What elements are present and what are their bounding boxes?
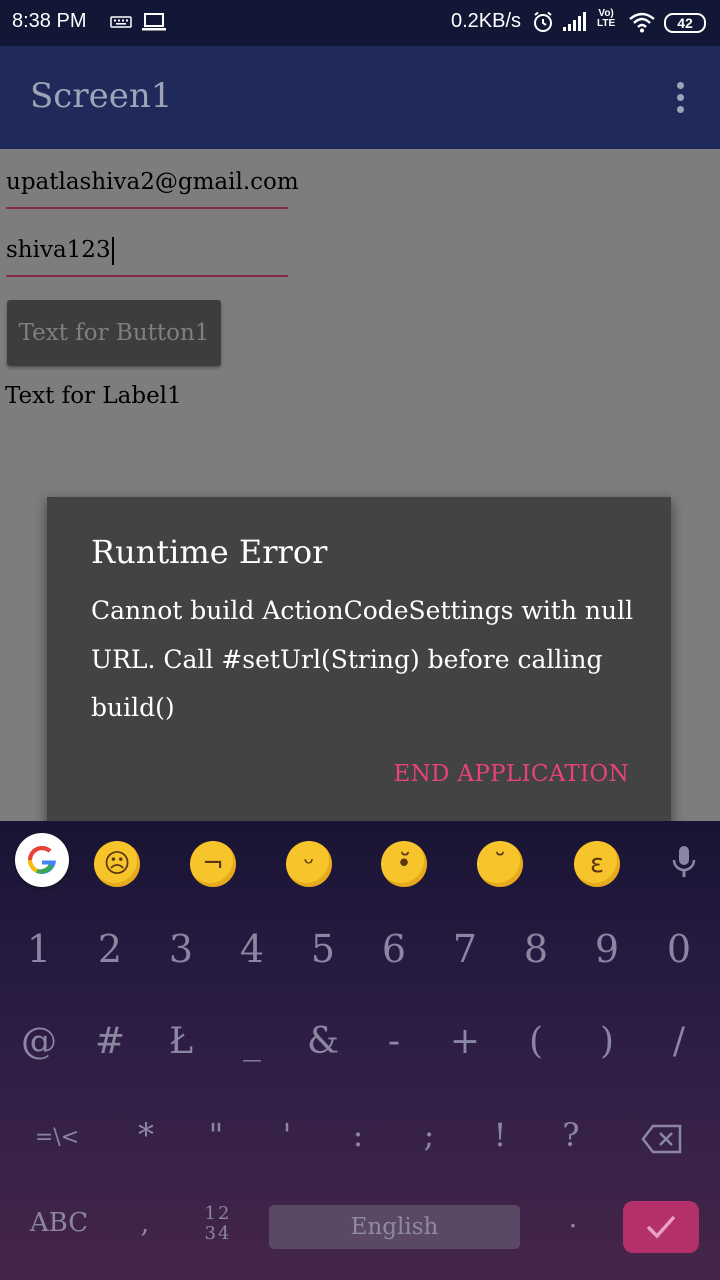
dialog-message: Cannot build ActionCodeSettings with nul… <box>91 596 634 722</box>
pensive-emoji[interactable]: ˘ <box>477 841 523 887</box>
volte-indicator: Vo) LTE <box>597 8 616 29</box>
key-single-quote[interactable]: ' <box>257 1116 317 1154</box>
backspace-icon[interactable] <box>641 1124 683 1158</box>
abc-key[interactable]: ABC <box>24 1208 94 1238</box>
key-question[interactable]: ? <box>541 1116 601 1154</box>
grinning-emoji[interactable]: ᵕ <box>286 841 332 887</box>
key-at[interactable]: @ <box>9 1021 69 1062</box>
key-double-quote[interactable]: " <box>186 1116 246 1154</box>
key-5[interactable]: 5 <box>293 927 353 971</box>
status-bar: 8:38 PM 0.2KB/s Vo) LTE 42 <box>0 0 720 46</box>
app-title: Screen1 <box>30 76 173 116</box>
key-0[interactable]: 0 <box>649 927 709 971</box>
more-vert-icon[interactable] <box>666 80 694 116</box>
key-6[interactable]: 6 <box>364 927 424 971</box>
button1[interactable]: Text for Button1 <box>7 300 221 366</box>
key-colon[interactable]: : <box>328 1116 388 1154</box>
end-application-button[interactable]: END APPLICATION <box>394 761 629 787</box>
password-field[interactable]: shiva123 <box>6 233 288 277</box>
suggestion-row: ☹ ¬ ᵕ •̆ ˘ ε <box>0 821 720 901</box>
key-9[interactable]: 9 <box>577 927 637 971</box>
key-comma[interactable]: , <box>130 1206 160 1239</box>
key-period[interactable]: . <box>558 1201 588 1234</box>
key-slash[interactable]: / <box>649 1021 709 1062</box>
key-underscore[interactable]: _ <box>222 1021 282 1062</box>
key-plus[interactable]: + <box>435 1021 495 1062</box>
key-hash[interactable]: # <box>80 1021 140 1062</box>
status-time: 8:38 PM <box>12 10 87 32</box>
alarm-icon <box>532 11 554 37</box>
wifi-icon <box>628 11 656 37</box>
key-ampersand[interactable]: & <box>293 1021 353 1062</box>
worried-emoji[interactable]: •̆ <box>381 841 427 887</box>
checkmark-icon <box>646 1215 676 1239</box>
password-value: shiva123 <box>6 237 111 263</box>
kissing-emoji[interactable]: ε <box>574 841 620 887</box>
space-bar[interactable]: English <box>269 1205 520 1249</box>
email-field[interactable]: upatlashiva2@gmail.com <box>6 165 299 209</box>
key-more-symbols[interactable]: =\< <box>27 1125 87 1150</box>
mic-icon[interactable] <box>671 845 697 883</box>
key-1[interactable]: 1 <box>9 927 69 971</box>
key-3[interactable]: 3 <box>151 927 211 971</box>
keyboard-icon <box>110 14 132 33</box>
frowning-emoji[interactable]: ☹ <box>94 841 140 887</box>
key-4[interactable]: 4 <box>222 927 282 971</box>
key-asterisk[interactable]: * <box>116 1116 176 1154</box>
app-bar: Screen1 <box>0 46 720 149</box>
key-7[interactable]: 7 <box>435 927 495 971</box>
dialog-title: Runtime Error <box>91 533 328 571</box>
key-open-paren[interactable]: ( <box>506 1021 566 1062</box>
key-semicolon[interactable]: ; <box>399 1116 459 1154</box>
key-currency[interactable]: Ł <box>151 1021 211 1062</box>
key-minus[interactable]: - <box>364 1021 424 1062</box>
key-exclamation[interactable]: ! <box>470 1116 530 1154</box>
soft-keyboard: ☹ ¬ ᵕ •̆ ˘ ε 1 2 3 4 5 6 7 8 9 0 @ # Ł _… <box>0 821 720 1280</box>
numpad-key[interactable]: 12 34 <box>196 1204 240 1244</box>
key-close-paren[interactable]: ) <box>577 1021 637 1062</box>
key-8[interactable]: 8 <box>506 927 566 971</box>
text-cursor <box>111 237 114 265</box>
runtime-error-dialog: Runtime Error Cannot build ActionCodeSet… <box>47 497 671 828</box>
network-speed: 0.2KB/s <box>451 10 522 32</box>
enter-button[interactable] <box>623 1201 699 1253</box>
label1: Text for Label1 <box>5 383 182 409</box>
battery-icon: 42 <box>664 13 706 33</box>
signal-icon <box>563 12 589 36</box>
key-2[interactable]: 2 <box>80 927 140 971</box>
laptop-icon <box>142 12 166 36</box>
google-icon[interactable] <box>15 833 69 887</box>
thinking-emoji[interactable]: ¬ <box>190 841 236 887</box>
